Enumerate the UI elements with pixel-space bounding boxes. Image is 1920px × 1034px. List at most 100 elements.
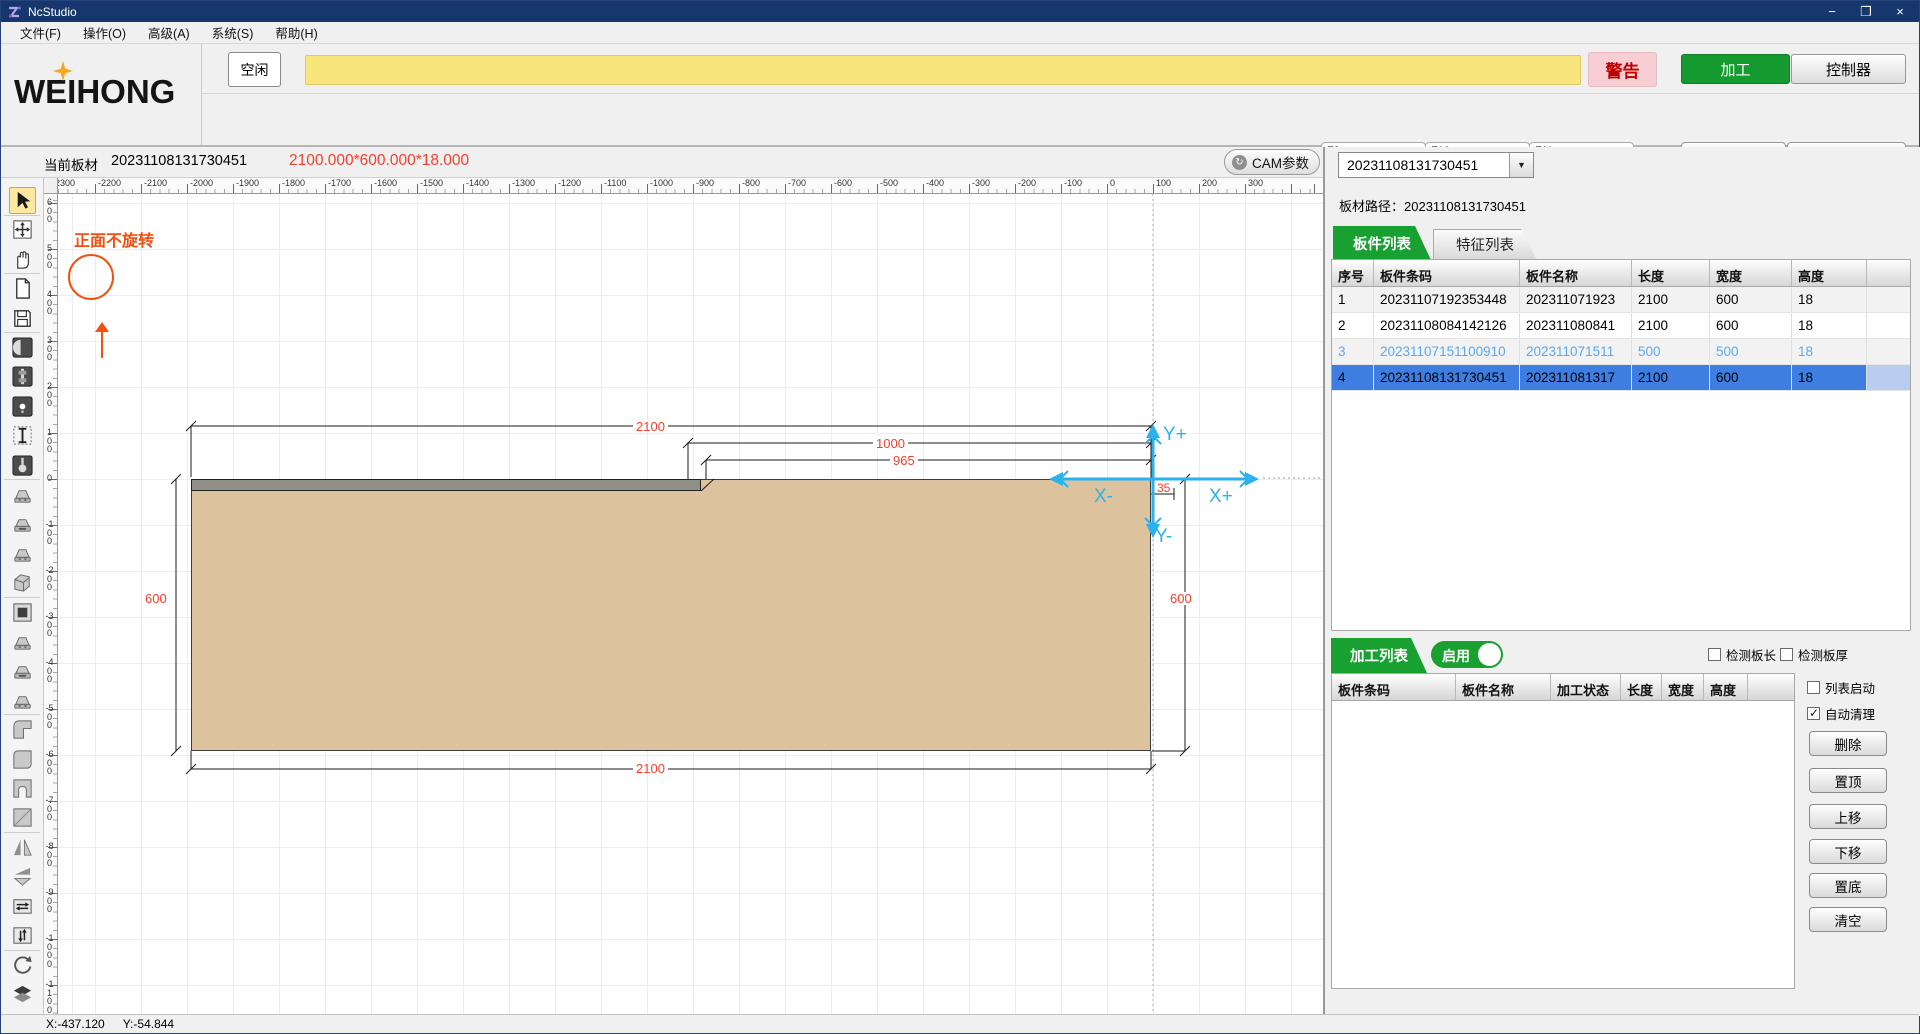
horizontal-ruler: -2400-2300-2200-2100-2000-1900-1800-1700… [58, 178, 1323, 194]
ruler-label: 500 [45, 244, 54, 270]
select-tool[interactable] [9, 187, 36, 214]
mirror-horizontal-tool[interactable] [9, 834, 36, 861]
window-title: NcStudio [28, 5, 77, 19]
menu-operate[interactable]: 操作(O) [72, 21, 137, 44]
ruler-label: -700 [788, 178, 806, 188]
dropdown-arrow-icon[interactable]: ▼ [1509, 153, 1533, 177]
tray-tool-6[interactable] [9, 687, 36, 714]
menu-help[interactable]: 帮助(H) [264, 21, 328, 44]
close-button[interactable]: × [1883, 1, 1917, 22]
ruler-label: -500 [45, 704, 54, 730]
ruler-label: -800 [742, 178, 760, 188]
maximize-button[interactable]: ❐ [1849, 1, 1883, 22]
corner-round-tool[interactable] [9, 716, 36, 743]
move-up-button[interactable]: 上移 [1809, 804, 1887, 829]
tray-tool-2[interactable] [9, 510, 36, 537]
orientation-note: 正面不旋转 [74, 227, 154, 251]
cursor-x-coordinate: X:-437.120 [46, 1017, 105, 1031]
ruler-label: -2000 [190, 178, 213, 188]
save-tool[interactable] [9, 305, 36, 332]
ruler-label: -2100 [144, 178, 167, 188]
tray-tool-3[interactable] [9, 540, 36, 567]
logo-divider [201, 44, 202, 145]
move-to-top-button[interactable]: 置顶 [1809, 768, 1887, 793]
cam-params-button[interactable]: ↻ CAM参数 [1224, 149, 1320, 175]
clamp-tool[interactable] [9, 363, 36, 390]
fill-square-tool[interactable] [9, 599, 36, 626]
mirror-vertical-tool[interactable] [9, 863, 36, 890]
toolbar-separator [4, 597, 40, 598]
alarm-message-bar [305, 55, 1581, 85]
delete-button[interactable]: 删除 [1809, 731, 1887, 756]
table-row[interactable]: 3 20231107151100910 202311071511 500 500… [1332, 339, 1910, 365]
new-file-tool[interactable] [9, 275, 36, 302]
checkbox-icon[interactable] [1708, 648, 1721, 661]
table-row[interactable]: 1 20231107192353448 202311071923 2100 60… [1332, 287, 1910, 313]
tray-tool-1[interactable] [9, 481, 36, 508]
ruler-label: -1500 [420, 178, 443, 188]
tab-machining-list[interactable]: 加工列表 [1331, 638, 1427, 673]
drawing-canvas[interactable]: 2100 1000 965 35 600 600 2100 [58, 194, 1323, 1016]
ruler-label: -1100 [45, 980, 54, 1014]
ruler-label: -900 [45, 888, 54, 914]
part-front-tool[interactable] [9, 334, 36, 361]
ruler-label: -1800 [282, 178, 305, 188]
machining-list-table: 板件条码 板件名称 加工状态 长度 宽度 高度 [1331, 673, 1795, 989]
checkbox-icon[interactable] [1780, 648, 1793, 661]
coordinate-axes [58, 194, 1323, 1016]
board-path-value: 20231108131730451 [1404, 199, 1526, 214]
current-board-barcode: 20231108131730451 [111, 153, 247, 169]
move-view-tool[interactable] [9, 216, 36, 243]
toolbar-separator [4, 273, 40, 274]
ruler-label: -2300 [58, 178, 75, 188]
ruler-label: 200 [45, 382, 54, 408]
menu-system[interactable]: 系统(S) [201, 21, 265, 44]
plumb-tool[interactable] [9, 452, 36, 479]
probe-point-tool[interactable] [9, 393, 36, 420]
checkbox-icon[interactable] [1807, 681, 1820, 694]
ruler-label: 100 [45, 428, 54, 454]
board-select-dropdown[interactable]: 20231108131730451 ▼ [1338, 152, 1534, 178]
swap-vertical-tool[interactable] [9, 922, 36, 949]
clear-button[interactable]: 清空 [1809, 907, 1887, 932]
check-board-thickness[interactable]: 检测板厚 [1780, 645, 1848, 664]
warning-button[interactable]: 警告 [1588, 52, 1657, 87]
toolbar-separator [4, 479, 40, 480]
axis-y-plus-label: Y+ [1163, 425, 1187, 444]
ruler-label: -600 [45, 750, 54, 776]
toggle-knob[interactable] [1478, 643, 1501, 666]
tab-feature-list[interactable]: 特征列表 [1433, 229, 1537, 260]
corner-fillet-tool[interactable] [9, 746, 36, 773]
machining-mode-button[interactable]: 加工 [1681, 54, 1790, 84]
box-3d-tool[interactable] [9, 569, 36, 596]
toolbar-separator [4, 832, 40, 833]
machining-table-header: 板件条码 板件名称 加工状态 长度 宽度 高度 [1332, 674, 1794, 701]
region-select-tool[interactable] [9, 422, 36, 449]
minimize-button[interactable]: − [1815, 1, 1849, 22]
enable-toggle[interactable]: 启用 [1431, 641, 1503, 668]
table-row-selected[interactable]: 4 20231108131730451 202311081317 2100 60… [1332, 365, 1910, 391]
menu-advanced[interactable]: 高级(A) [137, 21, 201, 44]
check-board-length[interactable]: 检测板长 [1708, 645, 1776, 664]
ruler-label: -800 [45, 842, 54, 868]
check-auto-clean[interactable]: 自动清理 [1807, 704, 1875, 723]
checkbox-checked-icon[interactable] [1807, 707, 1820, 720]
ruler-label: -400 [45, 658, 54, 684]
move-down-button[interactable]: 下移 [1809, 839, 1887, 864]
tray-tool-4[interactable] [9, 628, 36, 655]
pan-hand-tool[interactable] [9, 246, 36, 273]
move-to-bottom-button[interactable]: 置底 [1809, 873, 1887, 898]
tray-tool-5[interactable] [9, 657, 36, 684]
toolbar-separator [4, 714, 40, 715]
menu-file[interactable]: 文件(F) [9, 21, 72, 44]
tab-board-list[interactable]: 板件列表 [1333, 226, 1431, 260]
corner-chamfer-tool[interactable] [9, 804, 36, 831]
rotate-tool[interactable] [9, 951, 36, 978]
corner-notch-tool[interactable] [9, 775, 36, 802]
controller-mode-button[interactable]: 控制器 [1791, 54, 1906, 84]
table-row[interactable]: 2 20231108084142126 202311080841 2100 60… [1332, 313, 1910, 339]
toolbar-separator [4, 215, 40, 216]
layers-tool[interactable] [9, 981, 36, 1008]
check-list-start[interactable]: 列表启动 [1807, 678, 1875, 697]
swap-horizontal-tool[interactable] [9, 893, 36, 920]
